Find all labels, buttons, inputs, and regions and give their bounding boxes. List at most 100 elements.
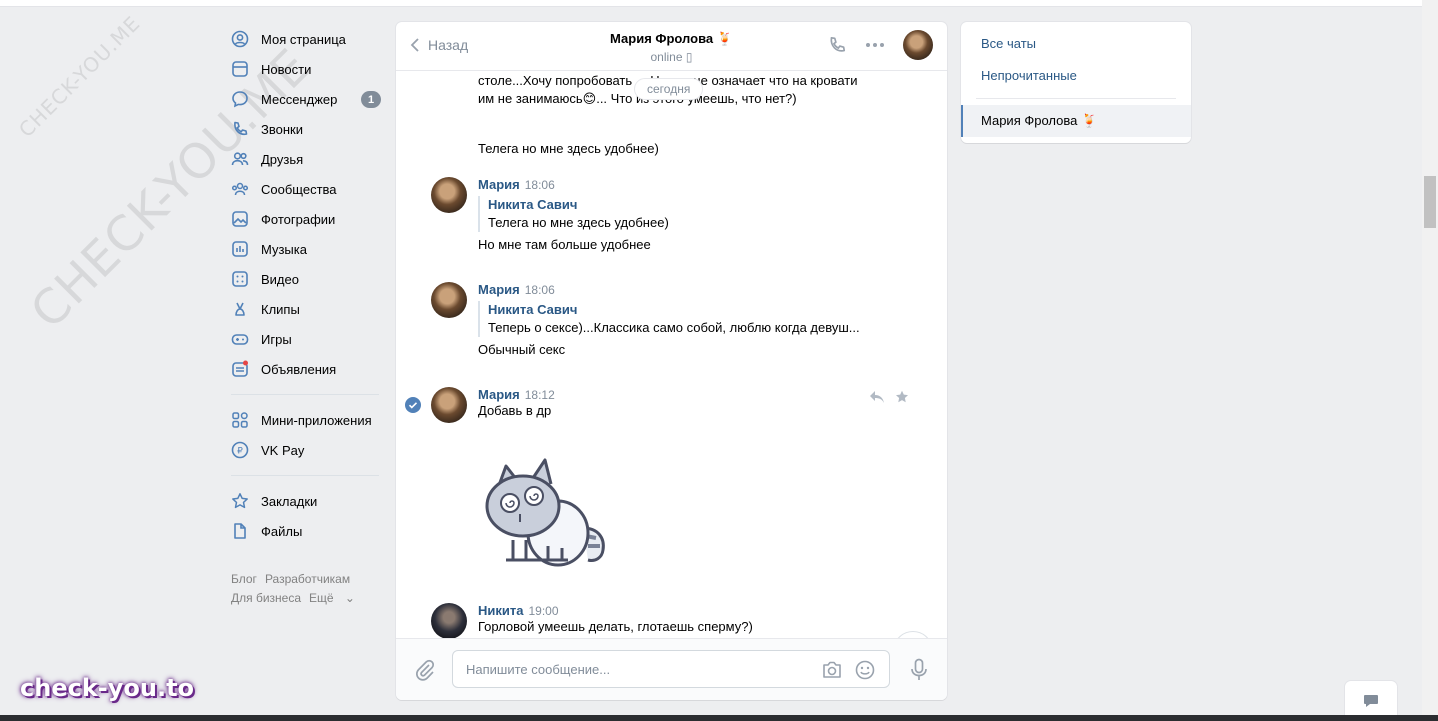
nav-label: Клипы <box>261 301 300 317</box>
clips-icon <box>231 300 249 318</box>
communities-icon <box>231 180 249 198</box>
reply-quote[interactable]: Никита Савич Теперь о сексе)...Классика … <box>478 301 931 337</box>
message-item[interactable]: Мария 18:12 Добавь в др <box>431 387 931 573</box>
date-separator: сегодня <box>634 78 704 100</box>
nav-item-mini-apps[interactable]: Мини-приложения <box>231 405 381 435</box>
message-input[interactable] <box>453 651 793 687</box>
active-chat-item[interactable]: Мария Фролова 🍹 <box>961 105 1191 137</box>
vkpay-icon: ₽ <box>231 441 249 459</box>
nav-label: Видео <box>261 271 299 287</box>
photos-icon <box>231 210 249 228</box>
nav-item-my-page[interactable]: Моя страница <box>231 24 381 54</box>
message-time[interactable]: 18:12 <box>525 388 555 402</box>
avatar[interactable] <box>431 387 467 423</box>
chat-header: Назад Мария Фролова 🍹 online ▯ <box>396 22 947 71</box>
messenger-icon <box>231 90 249 108</box>
message-history[interactable]: столе...Хочу попробовать ... Но это не о… <box>396 72 947 638</box>
call-button[interactable] <box>827 35 847 55</box>
message-text: Но мне там больше удобнее <box>478 237 651 252</box>
reply-author: Никита Савич <box>488 302 578 317</box>
messenger-badge: 1 <box>361 91 381 108</box>
message-time[interactable]: 18:06 <box>525 178 555 192</box>
footer-link-dev[interactable]: Разработчикам <box>265 572 350 586</box>
divider <box>976 98 1176 99</box>
nav-item-ads[interactable]: Объявления <box>231 354 381 384</box>
avatar[interactable] <box>431 177 467 213</box>
message-text: Телега но мне здесь удобнее) <box>478 141 659 156</box>
sticker-cat-image[interactable] <box>478 448 618 573</box>
message-input-box[interactable] <box>452 650 890 688</box>
message-author[interactable]: Мария <box>478 282 520 297</box>
svg-text:₽: ₽ <box>237 447 243 457</box>
message-author[interactable]: Мария <box>478 177 520 192</box>
phone-icon <box>830 36 846 52</box>
message-text: Горловой умеешь делать, глотаешь сперму?… <box>478 619 753 634</box>
files-icon <box>231 522 249 540</box>
avatar[interactable] <box>431 282 467 318</box>
star-icon[interactable] <box>895 390 909 407</box>
nav-item-music[interactable]: Музыка <box>231 234 381 264</box>
nav-item-clips[interactable]: Клипы <box>231 294 381 324</box>
reply-icon[interactable] <box>869 390 885 407</box>
chat-bubble-icon <box>1364 695 1378 707</box>
nav-item-messenger[interactable]: Мессенджер 1 <box>231 84 381 114</box>
reply-quote[interactable]: Никита Савич Телега но мне здесь удобнее… <box>478 196 931 232</box>
avatar[interactable] <box>431 603 467 638</box>
ads-icon <box>231 360 249 378</box>
nav-divider <box>231 394 379 395</box>
message-item[interactable]: Никита 19:00 Горловой умеешь делать, глот… <box>431 603 931 638</box>
nav-item-friends[interactable]: Друзья <box>231 144 381 174</box>
chevron-down-icon: ⌄ <box>344 591 355 605</box>
nav-label: Звонки <box>261 121 303 137</box>
nav-label: Новости <box>261 61 312 77</box>
more-button[interactable] <box>865 42 885 48</box>
nav-item-photos[interactable]: Фотографии <box>231 204 381 234</box>
nav-label: Файлы <box>261 523 303 539</box>
nav-item-files[interactable]: Файлы <box>231 516 381 546</box>
os-taskbar <box>0 715 1438 721</box>
footer-link-business[interactable]: Для бизнеса <box>231 591 301 605</box>
page-scrollbar[interactable] <box>1422 0 1438 721</box>
nav-item-bookmarks[interactable]: Закладки <box>231 486 381 516</box>
nav-item-games[interactable]: Игры <box>231 324 381 354</box>
select-check-icon[interactable] <box>405 397 421 413</box>
message-author[interactable]: Никита <box>478 603 523 618</box>
header-actions <box>809 30 933 60</box>
peer-avatar[interactable] <box>903 30 933 60</box>
nav-item-video[interactable]: Видео <box>231 264 381 294</box>
message-time[interactable]: 19:00 <box>528 604 558 618</box>
message-author[interactable]: Мария <box>478 387 520 402</box>
nav-item-calls[interactable]: Звонки <box>231 114 381 144</box>
nav-label: Объявления <box>261 361 337 377</box>
camera-icon[interactable] <box>821 660 843 680</box>
nav-item-communities[interactable]: Сообщества <box>231 174 381 204</box>
footer-link-blog[interactable]: Блог <box>231 572 257 586</box>
message-time[interactable]: 18:06 <box>525 283 555 297</box>
filter-unread[interactable]: Непрочитанные <box>961 60 1191 92</box>
message-item[interactable]: Мария 18:06 Никита Савич Теперь о сексе).… <box>431 282 931 359</box>
microphone-icon[interactable] <box>909 658 929 685</box>
more-icon <box>866 43 884 47</box>
phone-icon <box>231 120 249 138</box>
nav-label: Закладки <box>261 493 318 509</box>
message-item[interactable]: Мария 18:06 Никита Савич Телега но мне зд… <box>431 177 931 254</box>
nav-label: Фотографии <box>261 211 336 227</box>
emoji-icon[interactable] <box>855 660 875 680</box>
footer-link-more[interactable]: Ещё ⌄ <box>309 591 363 605</box>
nav-label: Сообщества <box>261 181 337 197</box>
filter-all-chats[interactable]: Все чаты <box>961 28 1191 60</box>
friends-icon <box>231 150 249 168</box>
message-text: Обычный секс <box>478 342 566 357</box>
nav-item-news[interactable]: Новости <box>231 54 381 84</box>
scrollbar-thumb[interactable] <box>1424 176 1436 228</box>
left-nav: Моя страница Новости Мессенджер 1 Звонки… <box>231 24 381 608</box>
video-icon <box>231 270 249 288</box>
mobile-icon: ▯ <box>685 50 693 64</box>
brand-watermark: check-you.to <box>20 674 195 702</box>
nav-item-vk-pay[interactable]: ₽ VK Pay <box>231 435 381 465</box>
music-icon <box>231 240 249 258</box>
nav-footer: Блог Разработчикам Для бизнеса Ещё ⌄ <box>231 570 381 608</box>
nav-label: VK Pay <box>261 442 305 458</box>
attach-icon[interactable] <box>414 659 436 684</box>
browser-top-bar <box>0 0 1422 7</box>
